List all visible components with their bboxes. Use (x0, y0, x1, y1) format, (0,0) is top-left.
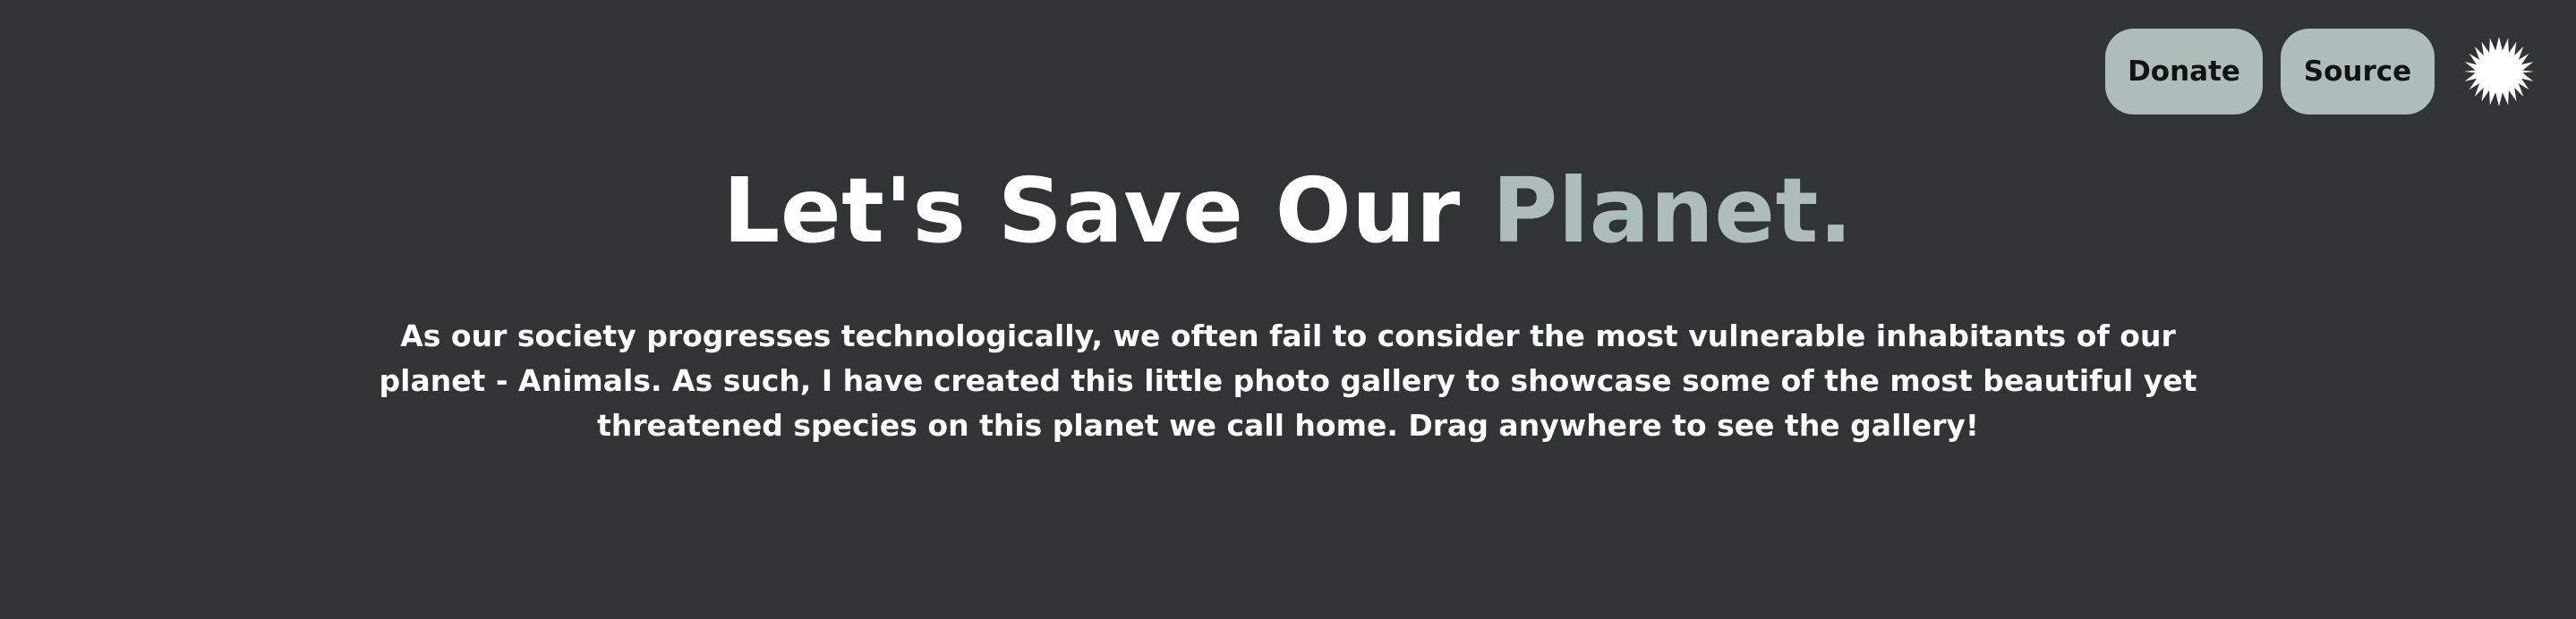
theme-toggle[interactable] (2461, 34, 2537, 109)
title-accent-text: Planet. (1492, 158, 1854, 263)
source-button[interactable]: Source (2281, 29, 2435, 114)
page-title: Let's Save Our Planet. (0, 157, 2576, 265)
hero-section: Let's Save Our Planet. As our society pr… (0, 157, 2576, 448)
sun-icon (2464, 37, 2534, 106)
intro-description: As our society progresses technologicall… (379, 318, 2197, 443)
top-navigation: Donate Source (2105, 29, 2537, 114)
donate-button[interactable]: Donate (2105, 29, 2263, 114)
title-main-text: Let's Save Our (722, 158, 1493, 263)
